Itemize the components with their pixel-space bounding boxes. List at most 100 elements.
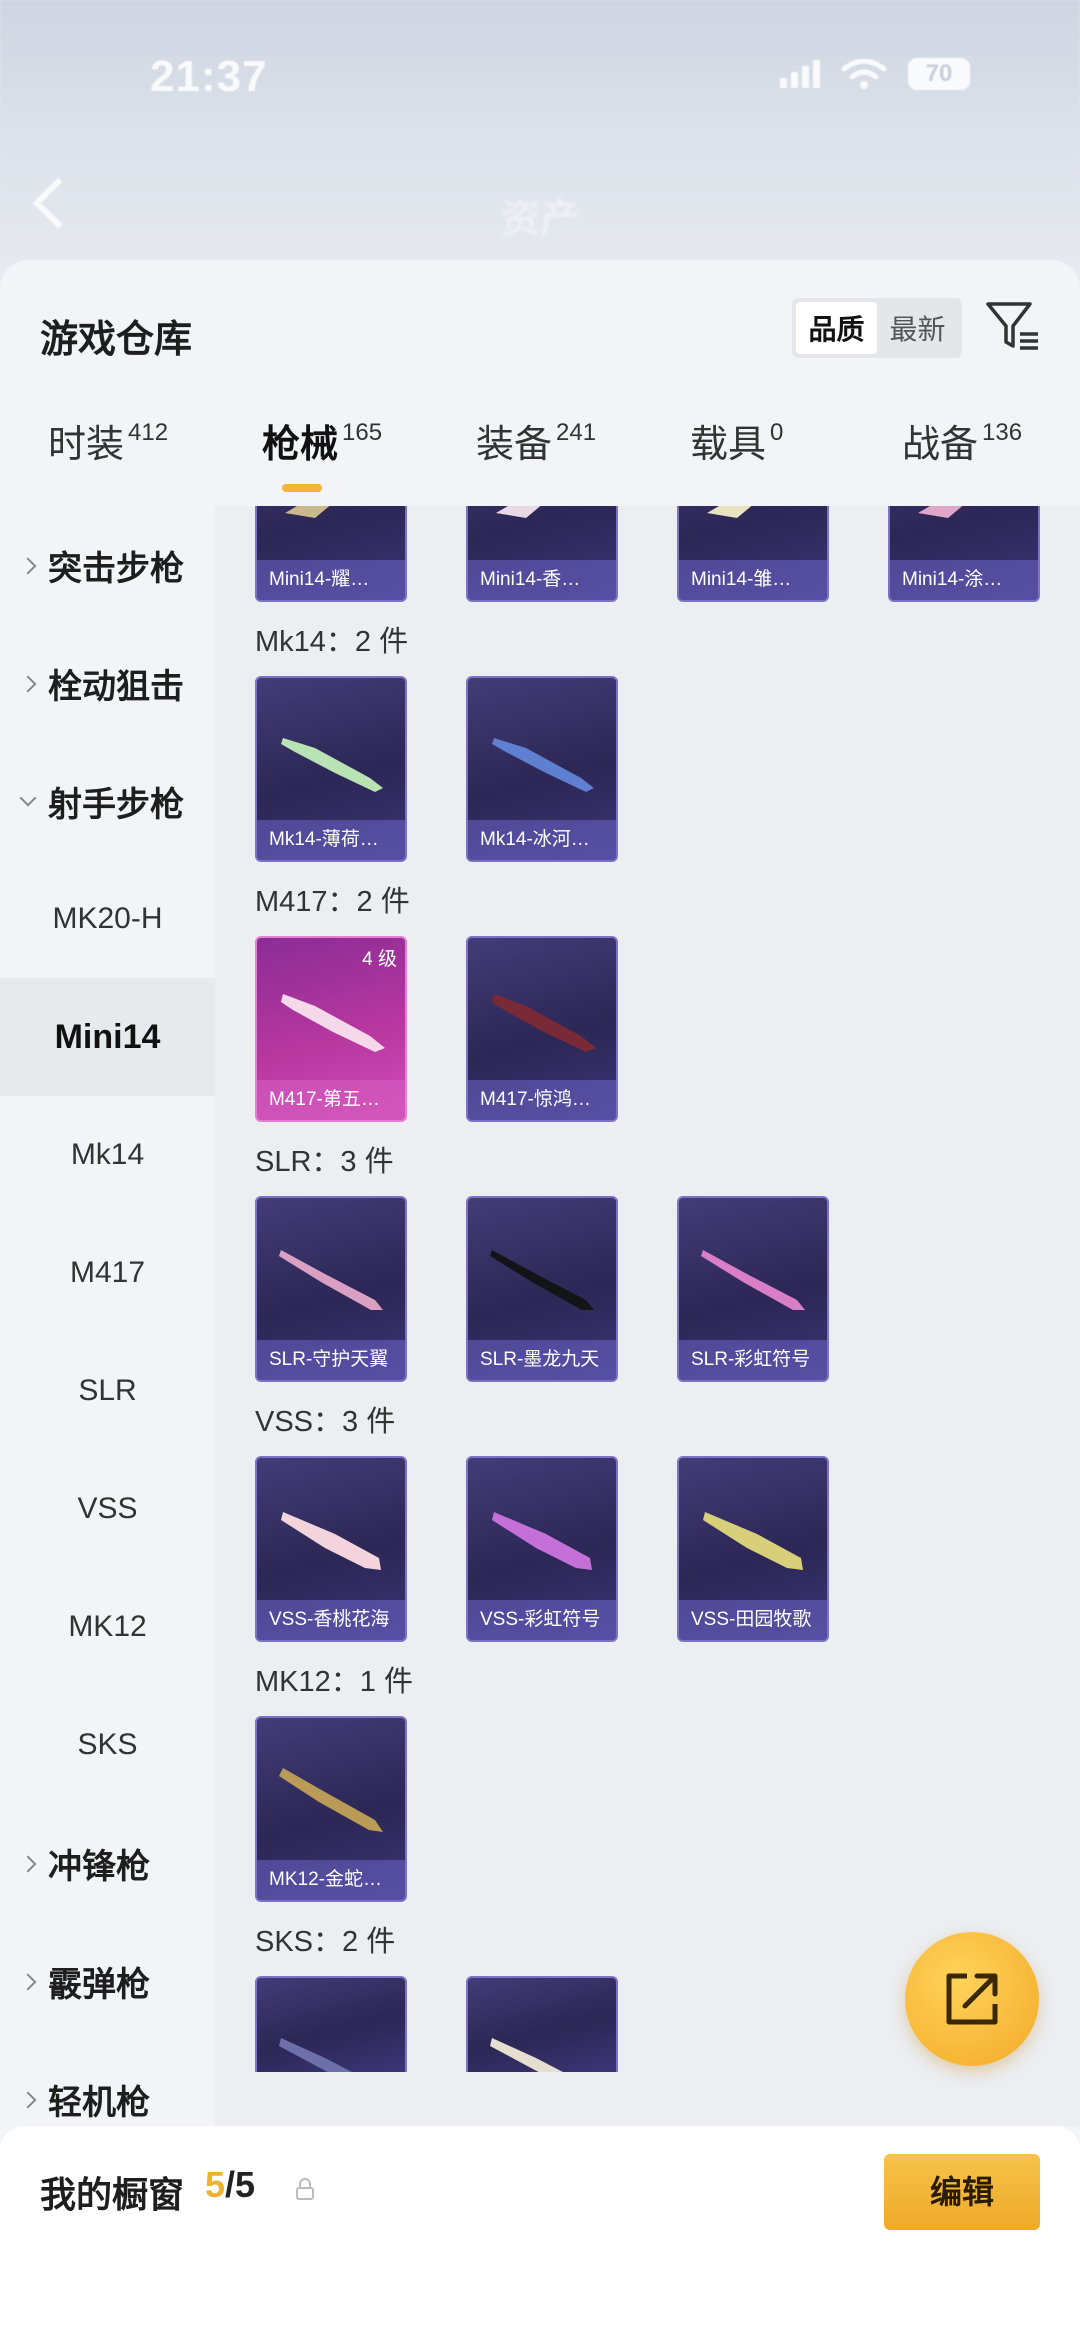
item-name: VSS-香桃花海 bbox=[257, 1600, 405, 1640]
item-card[interactable]: MK12-金蛇… bbox=[255, 1716, 407, 1902]
lock-icon bbox=[296, 2178, 314, 2200]
gun-skin-icon bbox=[490, 2038, 563, 2072]
back-arrow-icon[interactable] bbox=[32, 177, 84, 229]
chevron-down-icon bbox=[19, 789, 37, 807]
filter-icon[interactable] bbox=[982, 296, 1042, 356]
category-label: 栓动狙击 bbox=[48, 667, 184, 706]
gun-skin-icon bbox=[279, 1250, 383, 1310]
active-tab-indicator bbox=[282, 484, 322, 492]
category-label: 轻机枪 bbox=[48, 2083, 150, 2122]
subcategory-mini14[interactable]: Mini14 bbox=[0, 978, 215, 1096]
gun-skin-icon bbox=[492, 738, 594, 792]
category-tabs: 时装 412 枪械 165 装备 241 载具 0 战备 136 bbox=[0, 415, 1080, 505]
tab-label: 时装 bbox=[48, 424, 125, 466]
gun-skin-icon bbox=[281, 738, 383, 792]
status-icons: 70 bbox=[780, 58, 970, 90]
showcase-current: 5 bbox=[205, 2164, 226, 2205]
item-name: VSS-田园牧歌 bbox=[679, 1600, 827, 1640]
item-card[interactable]: M417-惊鸿… bbox=[466, 936, 618, 1122]
tab-count: 136 bbox=[982, 419, 1023, 446]
item-card[interactable]: Mk14-冰河… bbox=[466, 676, 618, 862]
category-shotgun[interactable]: 霰弹枪 bbox=[0, 1922, 215, 2040]
item-card[interactable]: VSS-香桃花海 bbox=[255, 1456, 407, 1642]
category-label: 冲锋枪 bbox=[48, 1847, 150, 1886]
category-marksman-rifle[interactable]: 射手步枪 bbox=[0, 742, 215, 860]
item-name: Mk14-薄荷… bbox=[257, 820, 405, 860]
subcategory-mk20h[interactable]: MK20-H bbox=[0, 860, 215, 978]
category-label: 突击步枪 bbox=[48, 549, 184, 588]
gun-skin-icon bbox=[490, 1250, 594, 1310]
share-button[interactable] bbox=[905, 1932, 1039, 2066]
tab-vehicles[interactable]: 载具 0 bbox=[690, 415, 783, 505]
sort-quality-option[interactable]: 品质 bbox=[796, 302, 877, 354]
tab-guns[interactable]: 枪械 165 bbox=[262, 415, 382, 505]
wifi-icon bbox=[842, 59, 886, 89]
item-name: Mini14-耀… bbox=[257, 560, 405, 600]
item-name: Mini14-香… bbox=[468, 560, 616, 600]
chevron-right-icon bbox=[19, 675, 37, 693]
item-name: VSS-彩虹符号 bbox=[468, 1600, 616, 1640]
subcategory-mk14[interactable]: Mk14 bbox=[0, 1096, 215, 1214]
gun-skin-icon bbox=[492, 1512, 592, 1570]
tab-supplies[interactable]: 战备 136 bbox=[902, 415, 1022, 505]
item-card[interactable]: Mini14-香… bbox=[466, 506, 618, 602]
gun-skin-icon bbox=[279, 1768, 383, 1832]
item-name: Mk14-冰河… bbox=[468, 820, 616, 860]
item-card[interactable]: Mini14-雏… bbox=[677, 506, 829, 602]
chevron-right-icon bbox=[19, 1855, 37, 1873]
page-title: 资产 bbox=[500, 197, 580, 241]
section-label-slr: SLR：3 件 bbox=[255, 1146, 394, 1178]
item-name: M417-第五… bbox=[257, 1080, 405, 1120]
background-header: 21:37 70 资产 bbox=[0, 0, 1080, 270]
showcase-label: 我的橱窗 bbox=[40, 2174, 185, 2215]
tab-label: 载具 bbox=[690, 424, 767, 466]
item-card[interactable]: VSS-彩虹符号 bbox=[466, 1456, 618, 1642]
subcategory-slr[interactable]: SLR bbox=[0, 1332, 215, 1450]
gun-skin-icon bbox=[279, 2038, 352, 2072]
item-name: MK12-金蛇… bbox=[257, 1860, 405, 1900]
section-label-vss: VSS：3 件 bbox=[255, 1406, 396, 1438]
grade-badge: 4 级 bbox=[362, 949, 397, 970]
item-card[interactable]: SLR-彩虹符号 bbox=[677, 1196, 829, 1382]
warehouse-sheet: 游戏仓库 品质 最新 时装 412 枪械 165 装备 241 载具 0 战备 … bbox=[0, 260, 1080, 2347]
tab-count: 412 bbox=[128, 419, 169, 446]
battery-icon: 70 bbox=[908, 58, 970, 90]
item-name: M417-惊鸿… bbox=[468, 1080, 616, 1120]
chevron-right-icon bbox=[19, 557, 37, 575]
tab-count: 0 bbox=[770, 419, 784, 446]
gun-skin-icon bbox=[285, 506, 330, 518]
tab-label: 枪械 bbox=[262, 424, 339, 466]
item-card[interactable] bbox=[255, 1976, 407, 2072]
item-card[interactable]: VSS-田园牧歌 bbox=[677, 1456, 829, 1642]
category-label: 霰弹枪 bbox=[48, 1965, 150, 2004]
sort-newest-option[interactable]: 最新 bbox=[877, 302, 958, 354]
subcategory-m417[interactable]: M417 bbox=[0, 1214, 215, 1332]
subcategory-mk12[interactable]: MK12 bbox=[0, 1568, 215, 1686]
share-icon bbox=[946, 1973, 998, 2025]
showcase-total: /5 bbox=[225, 2164, 256, 2205]
edit-button[interactable]: 编辑 bbox=[884, 2154, 1040, 2230]
category-label: 射手步枪 bbox=[48, 785, 184, 824]
status-time: 21:37 bbox=[150, 52, 268, 101]
category-smg[interactable]: 冲锋枪 bbox=[0, 1804, 215, 1922]
gun-skin-icon bbox=[918, 506, 963, 518]
category-lmg[interactable]: 轻机枪 bbox=[0, 2040, 215, 2126]
category-assault-rifle[interactable]: 突击步枪 bbox=[0, 506, 215, 624]
subcategory-vss[interactable]: VSS bbox=[0, 1450, 215, 1568]
item-card[interactable]: 4 级 M417-第五… bbox=[255, 936, 407, 1122]
tab-count: 241 bbox=[556, 419, 597, 446]
item-name: SLR-墨龙九天 bbox=[468, 1340, 616, 1380]
gun-skin-icon bbox=[492, 994, 596, 1052]
subcategory-sks[interactable]: SKS bbox=[0, 1686, 215, 1804]
item-card[interactable]: Mk14-薄荷… bbox=[255, 676, 407, 862]
showcase-bar: 我的橱窗 5/5 编辑 bbox=[0, 2126, 1080, 2347]
section-label-m417: M417：2 件 bbox=[255, 886, 410, 918]
category-bolt-sniper[interactable]: 栓动狙击 bbox=[0, 624, 215, 742]
item-card[interactable]: Mini14-涂… bbox=[888, 506, 1040, 602]
item-card[interactable] bbox=[466, 1976, 618, 2072]
tab-outfits[interactable]: 时装 412 bbox=[48, 415, 168, 505]
item-card[interactable]: SLR-守护天翼 bbox=[255, 1196, 407, 1382]
tab-equipment[interactable]: 装备 241 bbox=[476, 415, 596, 505]
item-card[interactable]: SLR-墨龙九天 bbox=[466, 1196, 618, 1382]
item-card[interactable]: Mini14-耀… bbox=[255, 506, 407, 602]
